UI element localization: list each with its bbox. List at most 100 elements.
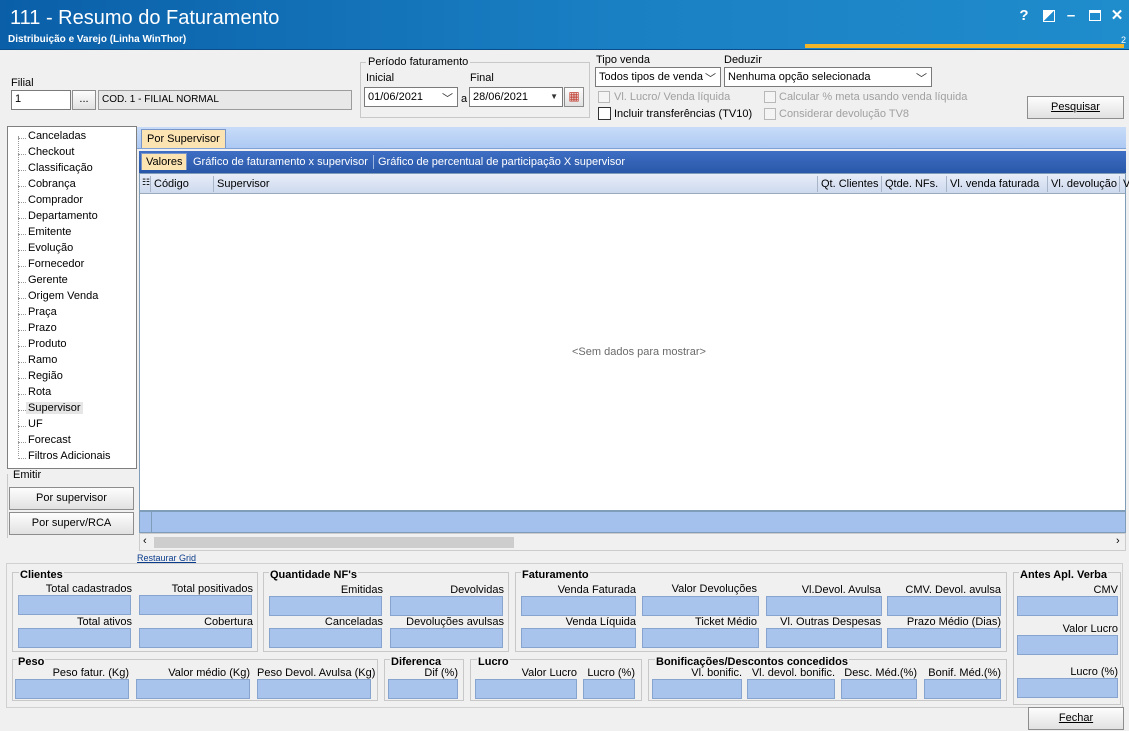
col-vl-devolucao[interactable]: Vl. devolução <box>1051 178 1117 190</box>
cobertura-value <box>139 628 252 648</box>
faturamento-title: Faturamento <box>521 569 590 581</box>
horizontal-scrollbar[interactable]: ‹ › <box>139 533 1126 551</box>
venda-liquida-label: Venda Líquida <box>565 616 636 628</box>
total-positivados-label: Total positivados <box>171 583 253 595</box>
desc-med-label: Desc. Méd.(%) <box>844 667 917 679</box>
tree-item-departamento[interactable]: Departamento <box>28 210 98 222</box>
antes-valor-lucro-label: Valor Lucro <box>1062 623 1118 635</box>
devolvidas-value <box>390 596 503 616</box>
col-codigo[interactable]: Código <box>154 178 189 190</box>
scroll-right-icon[interactable]: › <box>1116 535 1120 547</box>
considerar-dev-checkbox[interactable] <box>764 108 776 120</box>
tipo-venda-select[interactable]: Todos tipos de venda ﹀ <box>595 67 721 87</box>
tree-item-canceladas[interactable]: Canceladas <box>28 130 86 142</box>
tree-item-comprador[interactable]: Comprador <box>28 194 83 206</box>
tree-item-uf[interactable]: UF <box>28 418 43 430</box>
tree-item-classificacao[interactable]: Classificação <box>28 162 93 174</box>
pesquisar-button[interactable]: Pesquisar <box>1027 96 1124 119</box>
inicial-label: Inicial <box>366 72 395 84</box>
cobertura-label: Cobertura <box>204 616 253 628</box>
tree-item-fornecedor[interactable]: Fornecedor <box>28 258 84 270</box>
tree-item-emitente[interactable]: Emitente <box>28 226 71 238</box>
periodo-label: Período faturamento <box>366 56 471 68</box>
help-icon[interactable]: ? <box>1013 6 1035 26</box>
column-chooser-icon[interactable]: ☷ <box>142 177 150 188</box>
vl-bonific-label: Vl. bonific. <box>691 667 742 679</box>
tree-item-origem-venda[interactable]: Origem Venda <box>28 290 98 302</box>
date-final-input[interactable]: 28/06/2021 ▼ <box>469 87 563 107</box>
col-qtde-nfs[interactable]: Qtde. NFs. <box>885 178 938 190</box>
vl-bonific-value <box>652 679 742 699</box>
bonif-med-label: Bonif. Méd.(%) <box>928 667 1001 679</box>
valor-devolucoes-value <box>642 596 759 616</box>
tab-por-supervisor[interactable]: Por Supervisor <box>141 129 226 148</box>
minimize-icon[interactable]: – <box>1060 6 1082 26</box>
filial-browse-button[interactable]: ... <box>72 90 96 110</box>
analysis-tree[interactable]: Canceladas Checkout Classificação Cobrança C… <box>7 126 137 469</box>
filial-description: COD. 1 - FILIAL NORMAL <box>98 90 352 110</box>
vl-devol-bonific-label: Vl. devol. bonific. <box>751 667 835 679</box>
filial-input[interactable]: 1 <box>11 90 71 110</box>
lucro-pct-label: Lucro (%) <box>587 667 635 679</box>
tipo-venda-label: Tipo venda <box>596 54 651 66</box>
tree-item-ramo[interactable]: Ramo <box>28 354 57 366</box>
ticket-medio-label: Ticket Médio <box>695 616 757 628</box>
calc-meta-checkbox[interactable] <box>764 91 776 103</box>
total-cadastrados-label: Total cadastrados <box>45 583 132 595</box>
tree-item-gerente[interactable]: Gerente <box>28 274 68 286</box>
vl-devol-bonific-value <box>747 679 835 699</box>
col-supervisor[interactable]: Supervisor <box>217 178 270 190</box>
por-supervisor-button[interactable]: Por supervisor <box>9 487 134 510</box>
maximize-icon[interactable] <box>1084 6 1106 26</box>
fechar-button[interactable]: Fechar <box>1028 707 1124 730</box>
filial-label: Filial <box>11 77 34 89</box>
tree-item-regiao[interactable]: Região <box>28 370 63 382</box>
tree-item-supervisor[interactable]: Supervisor <box>26 402 83 414</box>
grid-header: ☷ Código Supervisor Qt. Clientes Qtde. N… <box>140 174 1129 194</box>
tree-item-forecast[interactable]: Forecast <box>28 434 71 446</box>
tree-item-produto[interactable]: Produto <box>28 338 67 350</box>
tree-item-praca[interactable]: Praça <box>28 306 57 318</box>
calendar-icon[interactable]: ▦ <box>564 87 584 107</box>
scrollbar-thumb[interactable] <box>154 537 514 548</box>
theme-icon[interactable] <box>1038 6 1060 26</box>
restaurar-grid-link[interactable]: Restaurar Grid <box>137 553 196 563</box>
deduzir-select[interactable]: Nenhuma opção selecionada ﹀ <box>724 67 932 87</box>
final-label: Final <box>470 72 494 84</box>
scroll-left-icon[interactable]: ‹ <box>143 535 147 547</box>
tree-item-cobranca[interactable]: Cobrança <box>28 178 76 190</box>
date-inicial-input[interactable]: 01/06/2021 ﹀ <box>364 87 458 107</box>
chevron-down-icon: ﹀ <box>705 73 716 85</box>
vl-devol-avulsa-value <box>766 596 882 616</box>
desc-med-value <box>841 679 917 699</box>
tree-item-rota[interactable]: Rota <box>28 386 51 398</box>
emitidas-label: Emitidas <box>340 584 383 596</box>
bonif-med-value <box>924 679 1001 699</box>
incluir-transf-checkbox[interactable] <box>598 107 611 120</box>
lucro-liquida-label: Vl. Lucro/ Venda líquida <box>614 91 731 103</box>
tree-item-checkout[interactable]: Checkout <box>28 146 74 158</box>
col-vl-venda-faturada[interactable]: Vl. venda faturada <box>950 178 1039 190</box>
main-tab-strip: Por Supervisor <box>137 127 1126 149</box>
grid-empty-message: <Sem dados para mostrar> <box>572 346 706 358</box>
emitir-label: Emitir <box>13 469 42 481</box>
subtab-strip: Valores Gráfico de faturamento x supervi… <box>139 151 1126 173</box>
tab-valores[interactable]: Valores <box>141 153 188 170</box>
tab-grafico-percentual[interactable]: Gráfico de percentual de participação X … <box>378 156 625 168</box>
tab-grafico-faturamento[interactable]: Gráfico de faturamento x supervisor <box>193 156 368 168</box>
antes-valor-lucro-value <box>1017 635 1118 655</box>
col-overflow[interactable]: V <box>1123 178 1129 190</box>
close-icon[interactable]: ✕ <box>1106 6 1128 26</box>
por-superv-rca-button[interactable]: Por superv/RCA <box>9 512 134 535</box>
lucro-liquida-checkbox[interactable] <box>598 91 610 103</box>
col-qt-clientes[interactable]: Qt. Clientes <box>821 178 878 190</box>
cmv-devol-avulsa-label: CMV. Devol. avulsa <box>905 584 1001 596</box>
total-positivados-value <box>139 595 252 615</box>
emitidas-value <box>269 596 382 616</box>
tree-item-filtros-adicionais[interactable]: Filtros Adicionais <box>28 450 111 462</box>
tree-item-evolucao[interactable]: Evolução <box>28 242 73 254</box>
data-grid[interactable]: ☷ Código Supervisor Qt. Clientes Qtde. N… <box>139 173 1129 511</box>
incluir-transf-label: Incluir transferências (TV10) <box>614 108 753 120</box>
vl-outras-despesas-label: Vl. Outras Despesas <box>780 616 881 628</box>
tree-item-prazo[interactable]: Prazo <box>28 322 57 334</box>
